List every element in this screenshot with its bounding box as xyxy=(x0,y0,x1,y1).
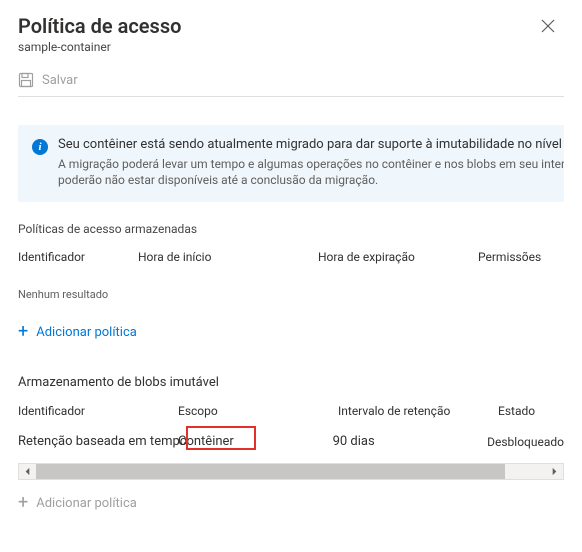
col-retention-interval: Intervalo de retenção xyxy=(338,404,498,418)
col-permissions: Permissões xyxy=(478,250,564,264)
col-identifier: Identificador xyxy=(18,404,178,418)
col-state: Estado xyxy=(498,404,564,418)
close-icon xyxy=(541,19,555,33)
col-start-time: Hora de início xyxy=(138,250,318,264)
immutable-columns: Identificador Escopo Intervalo de retenç… xyxy=(18,400,564,424)
col-scope: Escopo xyxy=(178,404,338,418)
chevron-right-icon xyxy=(550,467,559,476)
scroll-thumb[interactable] xyxy=(36,464,505,479)
stored-policies-empty: Nenhum resultado xyxy=(18,270,564,309)
immutable-header: Armazenamento de blobs imutável xyxy=(18,375,564,390)
access-policy-panel: Política de acesso sample-container Salv… xyxy=(0,0,582,526)
toolbar: Salvar xyxy=(18,70,564,97)
save-button[interactable]: Salvar xyxy=(18,70,78,90)
save-label: Salvar xyxy=(42,73,78,88)
scroll-track[interactable] xyxy=(36,464,546,479)
chevron-left-icon xyxy=(23,467,32,476)
panel-header: Política de acesso sample-container xyxy=(18,10,564,54)
immutable-section: Armazenamento de blobs imutável Identifi… xyxy=(18,375,564,526)
add-immutable-policy-label: Adicionar política xyxy=(36,496,137,511)
table-row[interactable]: Retenção baseada em tempo Contêiner 90 d… xyxy=(18,424,564,463)
plus-icon: + xyxy=(18,323,28,341)
info-icon: i xyxy=(32,139,48,155)
cell-state: Desbloqueado xyxy=(487,435,564,449)
migration-info-box: i Seu contêiner está sendo atualmente mi… xyxy=(18,125,564,202)
add-immutable-policy-button[interactable]: + Adicionar política xyxy=(18,480,137,526)
col-identifier: Identificador xyxy=(18,250,138,264)
cell-scope: Contêiner xyxy=(178,434,333,449)
stored-policies-columns: Identificador Hora de início Hora de exp… xyxy=(18,246,564,270)
stored-policies-section: Políticas de acesso armazenadas Identifi… xyxy=(18,222,564,355)
info-body: A migração poderá levar um tempo e algum… xyxy=(58,156,564,188)
panel-title: Política de acesso xyxy=(18,14,181,38)
add-stored-policy-label: Adicionar política xyxy=(36,325,137,340)
horizontal-scrollbar[interactable] xyxy=(18,463,564,480)
add-stored-policy-button[interactable]: + Adicionar política xyxy=(18,309,137,355)
plus-icon: + xyxy=(18,494,28,512)
stored-policies-header: Políticas de acesso armazenadas xyxy=(18,222,564,236)
scroll-right-button[interactable] xyxy=(546,464,563,479)
close-button[interactable] xyxy=(532,10,564,42)
info-title: Seu contêiner está sendo atualmente migr… xyxy=(58,137,564,152)
cell-identifier: Retenção baseada em tempo xyxy=(18,434,178,449)
panel-subtitle: sample-container xyxy=(18,40,181,54)
save-icon xyxy=(18,72,34,88)
scroll-left-button[interactable] xyxy=(19,464,36,479)
cell-retention: 90 dias xyxy=(333,434,488,449)
col-expiry-time: Hora de expiração xyxy=(318,250,478,264)
